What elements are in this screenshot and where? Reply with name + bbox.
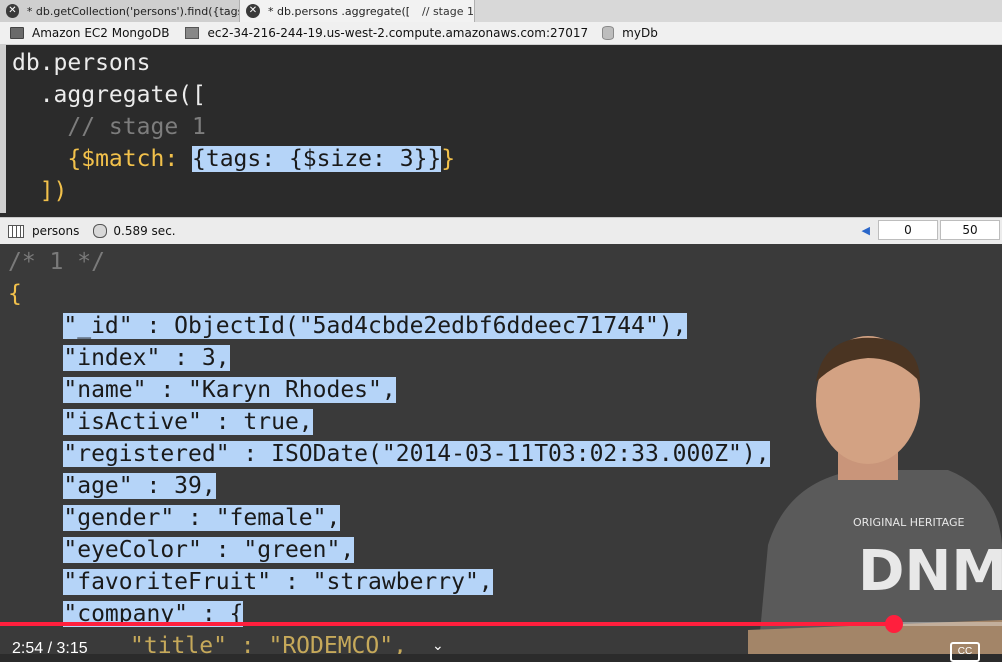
server-name: Amazon EC2 MongoDB [32, 26, 170, 40]
table-view-icon[interactable] [8, 224, 24, 238]
result-comment: /* 1 */ [8, 249, 105, 275]
selected-field-text: "favoriteFruit" : "strawberry", [63, 569, 493, 595]
video-time: 2:54 / 3:15 [12, 640, 88, 657]
code-text: {$match: [12, 146, 193, 172]
clock-icon [93, 224, 108, 238]
result-field-line: "age" : 39, [8, 470, 216, 502]
selected-code: {tags: {$size: 3}} [192, 146, 442, 172]
result-field-line: "registered" : ISODate("2014-03-11T03:02… [8, 438, 770, 470]
pager: ◀ 0 50 [862, 220, 1002, 240]
code-text: } [441, 146, 456, 172]
connection-db[interactable]: myDb [602, 26, 658, 40]
editor-line-4: {$match: {tags: {$size: 3}}} [12, 143, 455, 175]
database-icon [602, 26, 615, 40]
result-field-line: "index" : 3, [8, 342, 230, 374]
result-field-line: "_id" : ObjectId("5ad4cbde2edbf6ddeec717… [8, 310, 687, 342]
selected-field-text: "_id" : ObjectId("5ad4cbde2edbf6ddeec717… [63, 313, 687, 339]
code-comment: // stage 1 [12, 114, 206, 140]
selected-field-text: "registered" : ISODate("2014-03-11T03:02… [63, 441, 770, 467]
page-size-input[interactable]: 50 [940, 220, 1000, 240]
result-field-line: "gender" : "female", [8, 502, 341, 534]
result-field-line: "eyeColor" : "green", [8, 534, 355, 566]
code-text: .aggregate([ [12, 82, 206, 108]
result-field-line: "favoriteFruit" : "strawberry", [8, 566, 493, 598]
server-icon [10, 27, 24, 39]
chevron-down-icon[interactable]: ⌄ [432, 638, 444, 654]
editor-line-1: db.persons [12, 47, 150, 79]
code-text: ]) [12, 178, 68, 204]
selected-field-text: "eyeColor" : "green", [63, 537, 355, 563]
query-editor[interactable]: db.persons .aggregate([ // stage 1 {$mat… [0, 45, 1002, 213]
selected-field-text: "index" : 3, [63, 345, 230, 371]
close-tab-icon[interactable]: ✕ [6, 4, 19, 18]
video-progress-handle[interactable] [885, 615, 903, 633]
presenter-video: ORIGINAL HERITAGE DNM [748, 336, 1002, 654]
selected-field-text: "name" : "Karyn Rhodes", [63, 377, 396, 403]
video-progress-fill [0, 622, 894, 626]
video-progress-bar[interactable] [0, 615, 1002, 633]
editor-line-2: .aggregate([ [12, 79, 206, 111]
prev-page-icon[interactable]: ◀ [862, 224, 870, 237]
code-text: db.persons [12, 50, 151, 76]
result-next-line: "title" : "RODEMCO", [130, 633, 407, 654]
tab-label: * db.getCollection('persons').find({tags… [26, 4, 239, 18]
captions-button[interactable]: CC [950, 642, 980, 662]
editor-line-3: // stage 1 [12, 111, 206, 143]
host-address: ec2-34-216-244-19.us-west-2.compute.amaz… [207, 26, 589, 40]
close-tab-icon[interactable]: ✕ [246, 4, 260, 18]
connection-server[interactable]: Amazon EC2 MongoDB [10, 26, 169, 40]
tab-aggregate-query[interactable]: ✕ * db.persons .aggregate([ // stage 1 [240, 0, 475, 22]
connection-bar: Amazon EC2 MongoDB ec2-34-216-244-19.us-… [0, 22, 1002, 45]
result-collection: persons [32, 224, 80, 238]
host-icon [185, 27, 200, 39]
result-header: persons 0.589 sec. ◀ 0 50 [0, 217, 1002, 245]
selected-field-text: "isActive" : true, [63, 409, 313, 435]
tab-label: * db.persons .aggregate([ [268, 4, 411, 18]
database-name: myDb [622, 26, 658, 40]
tab-label-suffix: // stage 1 [422, 4, 474, 18]
editor-line-5: ]) [12, 175, 68, 207]
shirt-text-main: DNM [858, 539, 1002, 604]
selected-field-text: "gender" : "female", [63, 505, 341, 531]
tab-bar: ✕ * db.getCollection('persons').find({ta… [0, 0, 1002, 23]
page-start-input[interactable]: 0 [878, 220, 938, 240]
connection-host[interactable]: ec2-34-216-244-19.us-west-2.compute.amaz… [185, 26, 588, 40]
result-open-brace: { [8, 281, 22, 307]
tab-find-query[interactable]: ✕ * db.getCollection('persons').find({ta… [0, 0, 240, 22]
selected-field-text: "age" : 39, [63, 473, 216, 499]
result-field-line: "name" : "Karyn Rhodes", [8, 374, 396, 406]
query-time: 0.589 sec. [113, 224, 176, 238]
shirt-text-top: ORIGINAL HERITAGE [853, 516, 965, 529]
result-field-line: "isActive" : true, [8, 406, 313, 438]
